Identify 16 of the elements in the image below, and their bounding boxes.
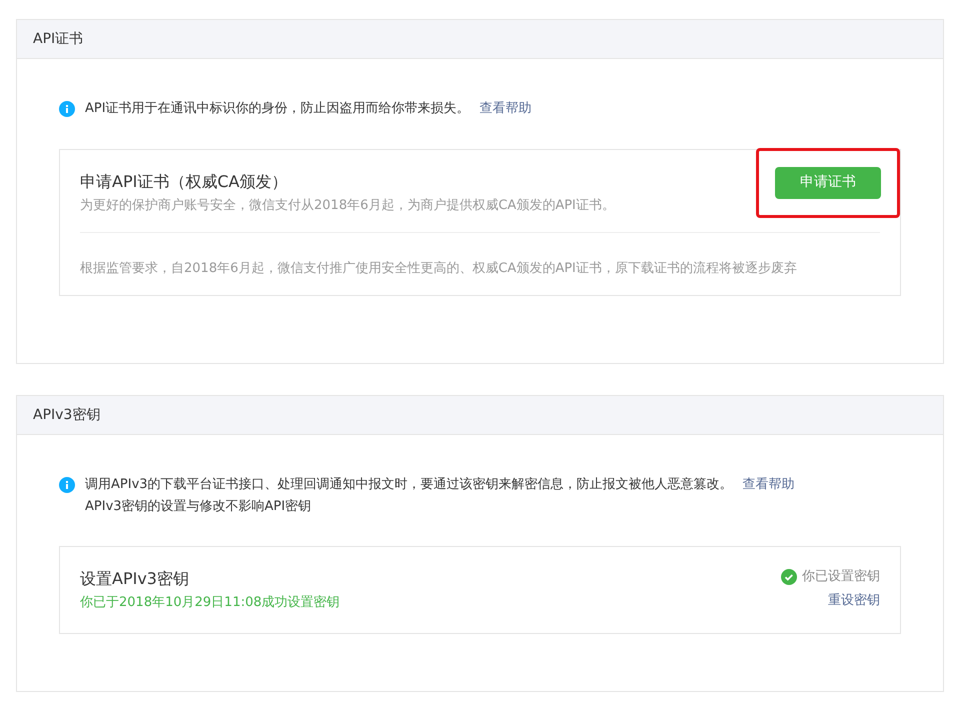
card-footnote: 根据监管要求，自2018年6月起，微信支付推广使用安全性更高的、权威CA颁发的API证书，原下载证书的流程将被逐步废弃 [80,260,797,276]
help-link[interactable]: 查看帮助 [742,475,795,494]
set-time-text: 你已于2018年10月29日11:08成功设置密钥 [80,594,340,612]
card-title: 设置APIv3密钥 [80,568,190,590]
notice-text: 调用APIv3的下载平台证书接口、处理回调通知中报文时，要通过该密钥来解密信息，防止报文被他人恶意篡改。 [85,476,733,494]
section-title: API证书 [33,30,84,48]
section-title: APIv3密钥 [33,406,100,424]
card-title: 申请API证书（权威CA颁发） [80,170,288,192]
help-link[interactable]: 查看帮助 [480,99,532,118]
info-icon [59,477,75,493]
status-text: 你已设置密钥 [802,568,880,586]
info-icon [59,101,75,117]
notice-text: API证书用于在通讯中标识你的身份，防止因盗用而给你带来损失。 [85,100,470,118]
notice-note: APIv3密钥的设置与修改不影响API密钥 [85,498,312,516]
card-description: 为更好的保护商户账号安全，微信支付从2018年6月起，为商户提供权威CA颁发的API证书。 [80,196,615,214]
reset-key-link[interactable]: 重设密钥 [828,590,880,610]
